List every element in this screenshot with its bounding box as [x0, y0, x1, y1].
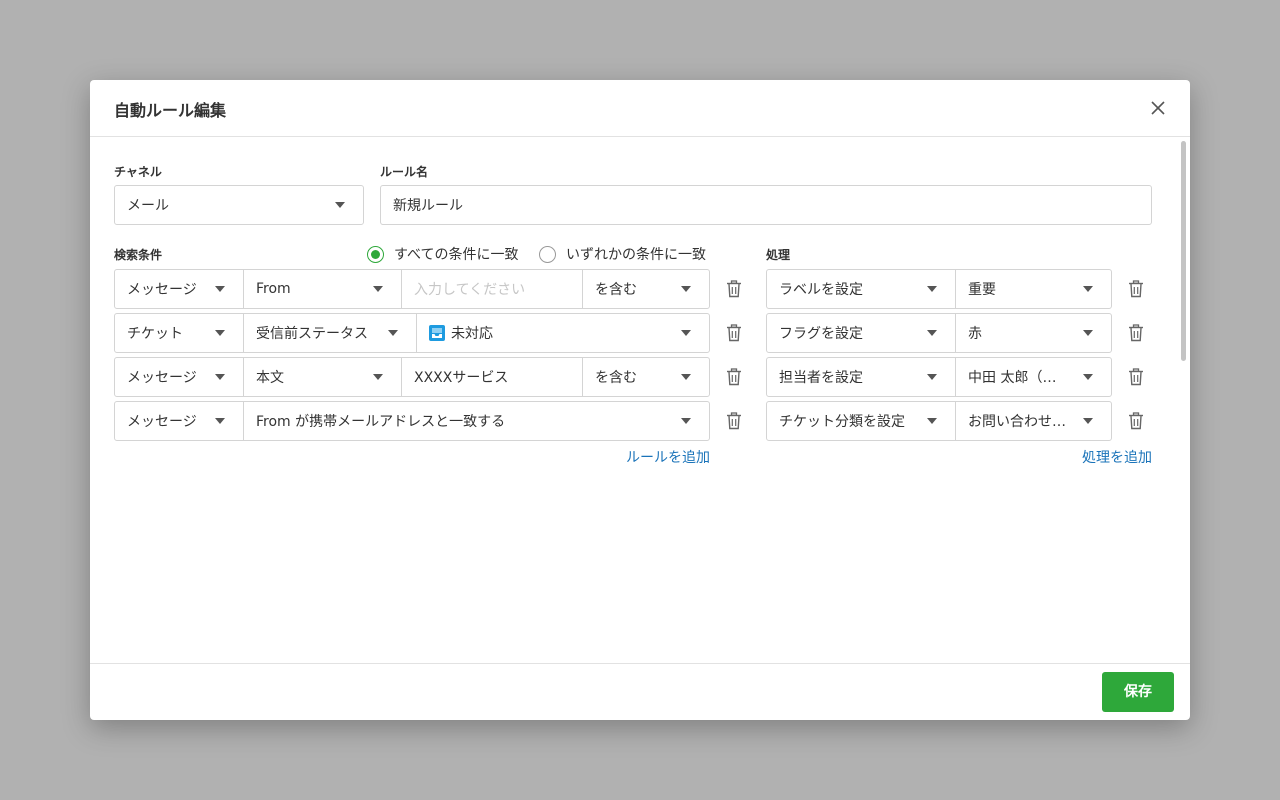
condition-field-select[interactable]: 受信前ステータス — [243, 314, 416, 352]
match-any-label: いずれかの条件に一致 — [566, 247, 706, 263]
radio-unchecked-icon — [539, 245, 556, 263]
dialog-scrollbar[interactable] — [1181, 141, 1186, 361]
condition-field-select[interactable]: 本文 — [243, 358, 401, 396]
caret-down-icon — [927, 330, 937, 336]
delete-condition-button[interactable] — [726, 368, 742, 386]
caret-down-icon — [215, 330, 225, 336]
caret-down-icon — [215, 286, 225, 292]
condition-row: メッセージ From が携帯メールアドレスと一致する — [114, 401, 710, 441]
action-type-select[interactable]: フラグを設定 — [767, 314, 955, 352]
inbox-status-icon — [429, 325, 445, 341]
save-button[interactable]: 保存 — [1102, 672, 1174, 712]
action-value-select[interactable]: 重要 — [955, 270, 1111, 308]
action-value-select[interactable]: 中田 太郎（… — [955, 358, 1111, 396]
caret-down-icon — [1083, 330, 1093, 336]
action-type-select[interactable]: チケット分類を設定 — [767, 402, 955, 440]
rule-name-value: 新規ルール — [393, 198, 463, 214]
caret-down-icon — [215, 418, 225, 424]
delete-action-button[interactable] — [1128, 368, 1144, 386]
condition-status-select[interactable]: 未対応 — [416, 314, 709, 352]
caret-down-icon — [335, 202, 345, 208]
condition-row: メッセージ From 入力してください を含む — [114, 269, 710, 309]
radio-checked-icon — [367, 245, 384, 263]
trash-icon — [727, 368, 741, 386]
trash-icon — [1129, 412, 1143, 430]
caret-down-icon — [681, 330, 691, 336]
condition-row: チケット 受信前ステータス 未対応 — [114, 313, 710, 353]
delete-condition-button[interactable] — [726, 412, 742, 430]
delete-condition-button[interactable] — [726, 324, 742, 342]
action-value-select[interactable]: 赤 — [955, 314, 1111, 352]
rule-edit-dialog: 自動ルール編集 チャネル メール ルール名 新規ルール 検索条件 すべての条件に… — [90, 80, 1190, 720]
caret-down-icon — [681, 418, 691, 424]
match-any-radio[interactable]: いずれかの条件に一致 — [539, 244, 706, 264]
action-row: フラグを設定 赤 — [766, 313, 1112, 353]
delete-action-button[interactable] — [1128, 324, 1144, 342]
dialog-title: 自動ルール編集 — [114, 101, 227, 120]
trash-icon — [1129, 280, 1143, 298]
dialog-header: 自動ルール編集 — [90, 80, 1190, 137]
caret-down-icon — [927, 286, 937, 292]
condition-value-input[interactable]: 入力してください — [401, 270, 582, 308]
action-row: チケット分類を設定 お問い合わせ… — [766, 401, 1112, 441]
channel-label: チャネル — [114, 165, 162, 179]
caret-down-icon — [681, 286, 691, 292]
action-value-select[interactable]: お問い合わせ… — [955, 402, 1111, 440]
delete-action-button[interactable] — [1128, 280, 1144, 298]
action-type-select[interactable]: 担当者を設定 — [767, 358, 955, 396]
close-icon — [1151, 101, 1165, 115]
trash-icon — [727, 280, 741, 298]
condition-target-select[interactable]: メッセージ — [115, 270, 243, 308]
caret-down-icon — [927, 374, 937, 380]
condition-value-input[interactable]: XXXXサービス — [401, 358, 582, 396]
actions-label: 処理 — [766, 248, 791, 262]
action-row: 担当者を設定 中田 太郎（… — [766, 357, 1112, 397]
match-all-label: すべての条件に一致 — [394, 247, 519, 263]
condition-target-select[interactable]: メッセージ — [115, 358, 243, 396]
trash-icon — [727, 412, 741, 430]
condition-target-select[interactable]: メッセージ — [115, 402, 243, 440]
channel-value: メール — [127, 198, 169, 214]
action-type-select[interactable]: ラベルを設定 — [767, 270, 955, 308]
condition-field-select[interactable]: From — [243, 270, 401, 308]
caret-down-icon — [1083, 418, 1093, 424]
caret-down-icon — [927, 418, 937, 424]
close-button[interactable] — [1148, 98, 1168, 118]
condition-row: メッセージ 本文 XXXXサービス を含む — [114, 357, 710, 397]
conditions-label: 検索条件 — [114, 248, 163, 262]
caret-down-icon — [1083, 286, 1093, 292]
caret-down-icon — [1083, 374, 1093, 380]
condition-target-select[interactable]: チケット — [115, 314, 243, 352]
caret-down-icon — [373, 286, 383, 292]
caret-down-icon — [215, 374, 225, 380]
rule-name-label: ルール名 — [380, 165, 429, 179]
caret-down-icon — [388, 330, 398, 336]
trash-icon — [1129, 324, 1143, 342]
channel-select[interactable]: メール — [114, 185, 364, 225]
condition-operator-select[interactable]: を含む — [582, 270, 709, 308]
dialog-footer: 保存 — [90, 663, 1190, 720]
condition-field-select[interactable]: From が携帯メールアドレスと一致する — [243, 402, 709, 440]
match-all-radio[interactable]: すべての条件に一致 — [367, 244, 518, 264]
add-condition-link[interactable]: ルールを追加 — [626, 447, 710, 467]
condition-operator-select[interactable]: を含む — [582, 358, 709, 396]
add-action-link[interactable]: 処理を追加 — [1082, 447, 1152, 467]
trash-icon — [1129, 368, 1143, 386]
delete-action-button[interactable] — [1128, 412, 1144, 430]
rule-name-input[interactable]: 新規ルール — [380, 185, 1152, 225]
trash-icon — [727, 324, 741, 342]
delete-condition-button[interactable] — [726, 280, 742, 298]
caret-down-icon — [681, 374, 691, 380]
caret-down-icon — [373, 374, 383, 380]
action-row: ラベルを設定 重要 — [766, 269, 1112, 309]
